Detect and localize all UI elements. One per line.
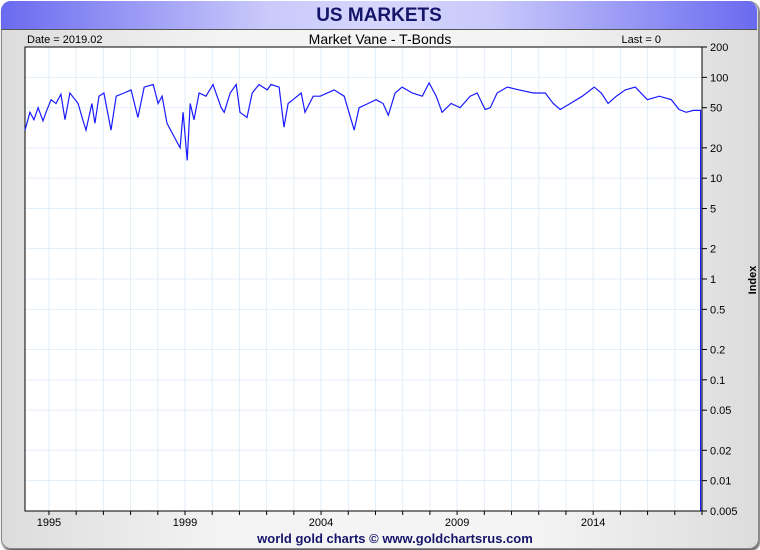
grid bbox=[25, 46, 703, 512]
x-tick-label: 2014 bbox=[581, 517, 605, 529]
y-tick-label: 10 bbox=[710, 173, 722, 185]
y-tick-label: 0.005 bbox=[710, 506, 738, 518]
y-tick-label: 200 bbox=[710, 42, 728, 54]
x-tick-label: 1999 bbox=[173, 517, 197, 529]
date-label: Date = 2019.02 bbox=[27, 34, 103, 46]
y-tick-label: 2 bbox=[710, 244, 716, 256]
y-tick-label: 5 bbox=[710, 204, 716, 216]
y-tick-label: 1 bbox=[710, 274, 716, 286]
y-axis: 200 100 50 20 10 5 2 1 0.5 0.2 0.1 0.05 0.02 0.01 0.00… bbox=[702, 42, 738, 518]
x-tick-label: 2009 bbox=[445, 517, 469, 529]
y-tick-label: 0.05 bbox=[710, 405, 731, 417]
last-label: Last = 0 bbox=[622, 34, 661, 46]
y-tick-label: 0.2 bbox=[710, 344, 725, 356]
y-axis-label: Index bbox=[747, 265, 759, 295]
y-tick-label: 20 bbox=[710, 143, 722, 155]
y-tick-label: 0.1 bbox=[710, 375, 725, 387]
x-tick-label: 1995 bbox=[37, 517, 61, 529]
chart-title: Market Vane - T-Bonds bbox=[309, 31, 452, 47]
y-tick-label: 0.01 bbox=[710, 476, 731, 488]
y-tick-label: 0.5 bbox=[710, 304, 725, 316]
footer-credit: world gold charts © www.goldchartsrus.co… bbox=[256, 531, 533, 546]
x-tick-label: 2004 bbox=[309, 517, 333, 529]
y-tick-label: 50 bbox=[710, 103, 722, 115]
y-tick-label: 0.02 bbox=[710, 445, 731, 457]
x-axis: 1995 1999 2004 2009 2014 bbox=[37, 511, 703, 529]
chart: 200 100 50 20 10 5 2 1 0.5 0.2 0.1 0.05 0.02 0.01 0.00… bbox=[24, 31, 759, 546]
y-tick-label: 100 bbox=[710, 72, 728, 84]
